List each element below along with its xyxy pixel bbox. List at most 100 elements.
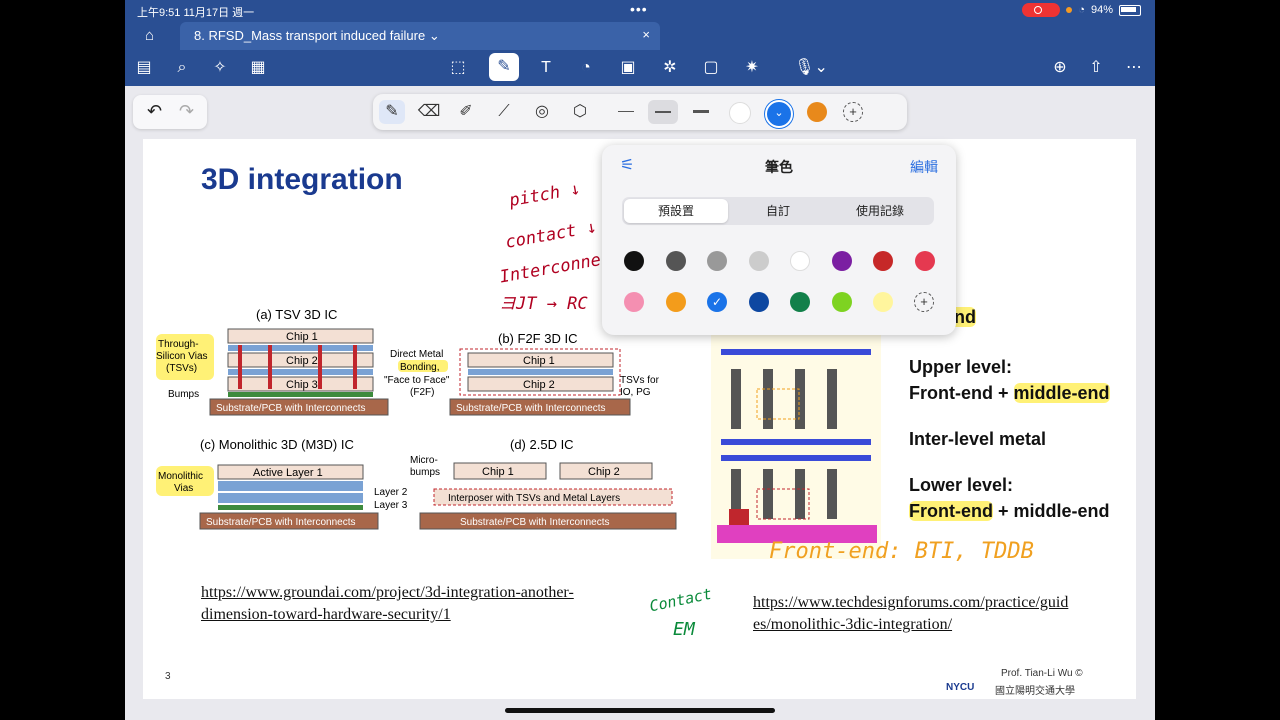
f2f-title: (b) F2F 3D IC [498,331,577,346]
interposer-label: Interposer with TSVs and Metal Layers [448,493,620,504]
main-toolbar: ▤ ⌕ ✧ ▦ ⬚ ✎ T ◔ ▣ ✲ ▢ ✷ 🎙⌄ ⊕ ⇧ ⋯ [125,50,1155,86]
color-swatch[interactable] [707,251,727,271]
tsv-title: (a) TSV 3D IC [256,307,337,322]
chip2-label: Chip 2 [286,355,318,367]
tab-bar: ⌂ 8. RFSD_Mass transport induced failure… [125,22,1155,50]
swatch-blue-selected[interactable]: ⌄ [765,100,793,128]
mono-vias-label: Monolithic [158,471,203,482]
f2f-chip1: Chip 1 [523,355,555,367]
share-icon[interactable]: ⇧ [1085,57,1107,79]
color-swatch[interactable] [914,251,935,271]
svg-text:(TSVs): (TSVs) [166,363,197,374]
ai-sparkle-icon[interactable]: ✧ [209,57,231,79]
home-icon[interactable]: ⌂ [145,27,154,44]
add-page-icon[interactable]: ⊕ [1049,57,1071,79]
color-swatch[interactable] [831,251,852,271]
eraser-icon[interactable]: ⌫ [416,100,442,124]
popover-title: 筆色 [765,159,793,175]
highlighter-icon[interactable]: ✐ [453,100,479,124]
home-indicator[interactable] [505,708,775,713]
handwriting-contact-em-1: Contact [647,584,714,616]
svg-text:bumps: bumps [410,467,440,478]
shape-pen-icon[interactable]: ⬡ [567,100,593,124]
color-swatch[interactable] [665,292,686,312]
redo-icon[interactable]: ↷ [179,101,194,122]
line-medium[interactable] [655,111,671,113]
active-layer-label: Active Layer 1 [253,467,323,479]
microphone-icon[interactable]: 🎙⌄ [793,57,829,79]
handwriting-contact-em-2: EM [673,619,695,640]
swatch-orange[interactable] [807,102,827,122]
m3d-title: (c) Monolithic 3D (M3D) IC [200,437,354,452]
color-swatch[interactable] [790,251,810,271]
shapes-icon[interactable]: ◔ [575,57,597,79]
footer-school: 國立陽明交通大學 [995,686,1075,697]
sidebar-icon[interactable]: ▤ [133,57,155,79]
d25-chip1: Chip 1 [482,466,514,478]
lasso-select-icon[interactable]: ◎ [529,100,555,124]
tab-close-icon[interactable]: × [642,27,650,42]
link-groundai[interactable]: https://www.groundai.com/project/3d-inte… [201,582,574,626]
bumps-label: Bumps [168,389,199,400]
ruler-pen-icon[interactable]: ⟋ [491,100,517,124]
text-icon[interactable]: T [535,57,557,79]
dmb-label: Direct Metal [390,349,443,360]
link-techdesign[interactable]: https://www.techdesignforums.com/practic… [753,592,1068,636]
pen-icon[interactable]: ✎ [379,100,405,124]
more-icon[interactable]: ⋯ [1123,57,1145,79]
svg-text:(F2F): (F2F) [410,387,434,398]
layer2-label: Layer 2 [374,487,408,498]
add-color-icon[interactable]: + [843,102,863,122]
slide-title: 3D integration [201,163,403,196]
d25-title: (d) 2.5D IC [510,437,574,452]
lower-level: Lower level: [909,475,1014,495]
color-swatch[interactable] [873,251,893,271]
document-tab[interactable]: 8. RFSD_Mass transport induced failure ⌄… [180,22,660,50]
3d-ic-diagram: (a) TSV 3D IC Chip 1 Chip 2 Chip 3 Subst… [156,307,677,530]
substrate-label-a: Substrate/PCB with Interconnects [216,403,366,414]
color-swatch[interactable] [790,292,810,312]
undo-icon[interactable]: ↶ [147,101,162,122]
search-icon[interactable]: ⌕ [171,57,193,79]
add-swatch-icon[interactable]: + [914,292,934,312]
laser-icon[interactable]: ✷ [741,57,763,79]
color-swatch[interactable] [831,292,852,312]
recording-icon[interactable] [1022,3,1061,17]
tab-history[interactable]: 使用記錄 [828,197,932,225]
line-thick[interactable] [693,110,709,113]
color-swatch[interactable] [665,251,686,271]
tab-custom[interactable]: 自訂 [726,197,830,225]
elements-icon[interactable]: ✲ [659,57,681,79]
inter-level-metal: Inter-level metal [909,429,1047,449]
swatch-white[interactable] [729,102,751,124]
sticky-note-icon[interactable]: ▢ [700,57,722,79]
svg-text:Bonding,: Bonding, [400,362,439,373]
edit-button[interactable]: 編輯 [910,157,938,177]
mic-indicator-icon [1066,7,1073,13]
tab-title: 8. RFSD_Mass transport induced failure ⌄ [194,28,440,43]
svg-text:Vias: Vias [174,483,193,494]
upper-level: Upper level: [909,357,1013,377]
status-bar: 上午9:51 11月17日 週一 ••• ◔ 94% [125,0,1155,22]
layer3-label: Layer 3 [374,500,408,511]
footer-logo: NYCU [946,682,975,693]
color-swatch[interactable] [624,292,644,312]
lasso-icon[interactable]: ⬚ [447,57,469,79]
tsvs-for-label: TSVs for [620,375,660,386]
color-swatch-selected[interactable]: ✓ [707,292,727,312]
line-thin[interactable] [618,111,634,112]
pen-tool-icon[interactable]: ✎ [489,53,519,81]
status-right: ◔ 94% [1022,3,1141,17]
undo-redo-group: ↶ ↷ [133,95,207,129]
notes-icon[interactable]: ▦ [247,57,269,79]
color-swatch[interactable] [748,292,769,312]
color-swatch[interactable] [873,292,893,312]
color-swatch[interactable] [624,251,644,271]
image-icon[interactable]: ▣ [617,57,639,79]
multitask-dots[interactable]: ••• [630,1,648,17]
page-number: 3 [165,671,171,682]
tab-preset[interactable]: 預設置 [624,199,728,223]
handwriting-frontend: Front-end: BTI, TDDB [769,539,1034,564]
color-swatch[interactable] [748,251,769,271]
pen-color-popover: ⚟ 筆色 編輯 預設置 自訂 使用記錄 ✓ + [602,145,956,335]
